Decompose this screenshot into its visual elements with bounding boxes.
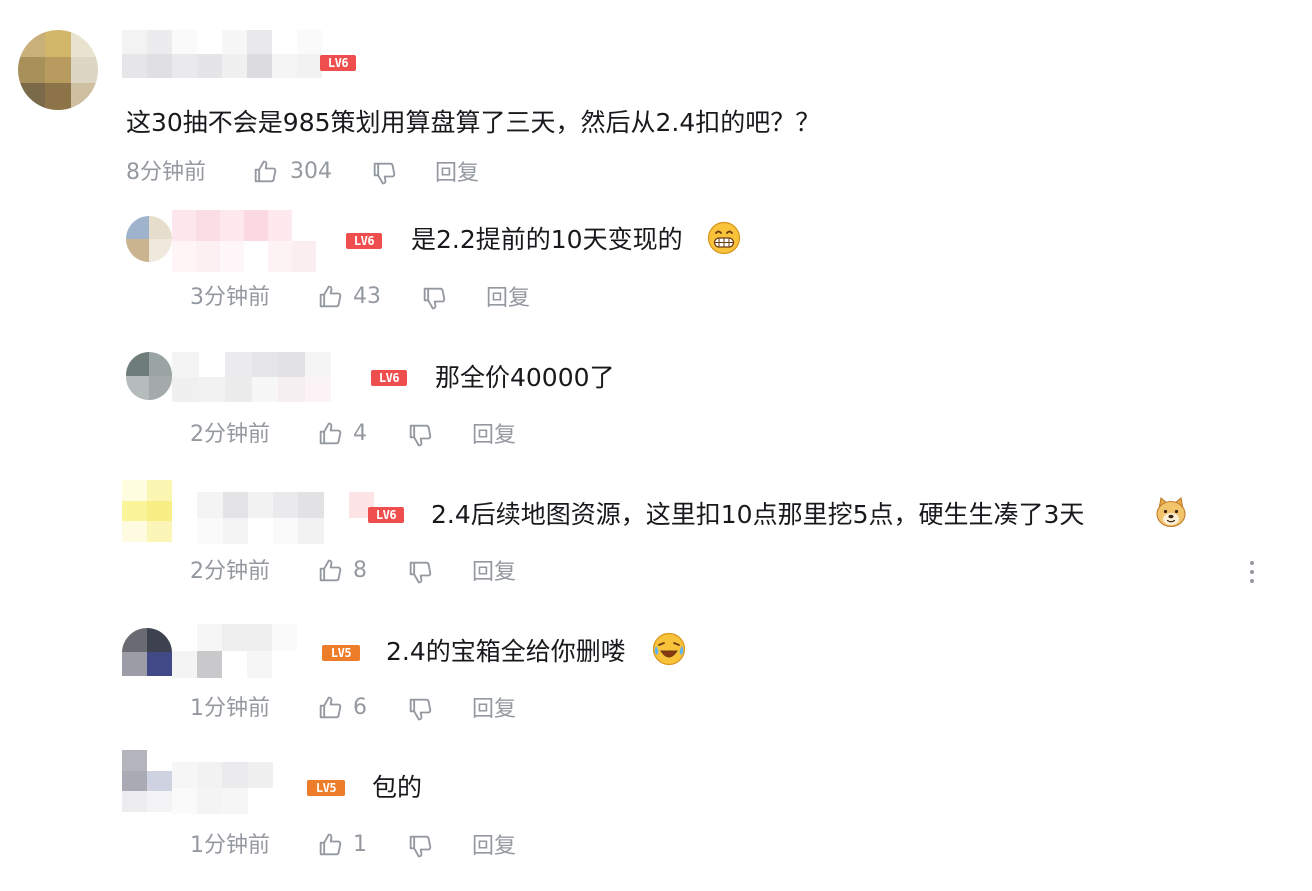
level-badge: LV6 [346,233,382,249]
avatar[interactable] [122,480,172,542]
thumbs-up-icon[interactable] [316,694,344,722]
reply-button[interactable]: 回复 [486,285,530,313]
laugh-cry-emoji [652,632,686,666]
thumbs-up-icon[interactable] [316,831,344,859]
level-badge: LV6 [371,370,407,386]
avatar[interactable] [126,216,172,262]
doge-emoji [1156,497,1186,528]
comment-text: 这30抽不会是985策划用算盘算了三天，然后从2.4扣的吧？？ [126,108,821,137]
reply-button[interactable]: 回复 [472,833,516,861]
level-badge: LV6 [368,507,404,523]
thumbs-up-icon[interactable] [251,158,279,186]
level-badge: LV5 [322,645,360,661]
like-count: 4 [353,421,367,446]
reply-time: 1分钟前 [190,833,270,858]
reply-text: 2.4后续地图资源，这里扣10点那里挖5点，硬生生凑了3天 [431,500,1085,529]
reply-text: 包的 [372,773,423,802]
thumbs-down-icon[interactable] [420,284,448,312]
thumbs-down-icon[interactable] [406,421,434,449]
comment-time: 8分钟前 [126,160,206,185]
reply-button[interactable]: 回复 [472,422,516,450]
like-count: 304 [290,159,332,184]
more-vertical-icon[interactable] [1240,558,1264,586]
thumbs-down-icon[interactable] [406,695,434,723]
username[interactable] [172,492,374,544]
thumbs-up-icon[interactable] [316,420,344,448]
username[interactable] [172,624,322,678]
thumbs-up-icon[interactable] [316,557,344,585]
reply-time: 2分钟前 [190,422,270,447]
thumbs-down-icon[interactable] [406,832,434,860]
thumbs-up-icon[interactable] [316,283,344,311]
like-count: 43 [353,284,381,309]
avatar[interactable] [122,628,172,676]
thumbs-down-icon[interactable] [370,159,398,187]
reply-button[interactable]: 回复 [472,559,516,587]
reply-button[interactable]: 回复 [435,160,479,188]
reply-time: 2分钟前 [190,559,270,584]
reply-button[interactable]: 回复 [472,696,516,724]
reply-text: 是2.2提前的10天变现的 [411,225,683,254]
like-count: 8 [353,558,367,583]
like-count: 1 [353,832,367,857]
username[interactable] [172,762,298,814]
username[interactable] [172,352,358,402]
username[interactable] [122,30,322,78]
avatar[interactable] [122,750,172,812]
reply-text: 2.4的宝箱全给你删喽 [386,637,626,666]
avatar[interactable] [18,30,98,110]
avatar[interactable] [126,352,172,400]
grin-emoji [707,221,741,255]
reply-time: 3分钟前 [190,285,270,310]
like-count: 6 [353,695,367,720]
level-badge: LV6 [320,55,356,71]
reply-text: 那全价40000了 [435,363,615,392]
level-badge: LV5 [307,780,345,796]
reply-time: 1分钟前 [190,696,270,721]
thumbs-down-icon[interactable] [406,558,434,586]
username[interactable] [172,210,340,272]
